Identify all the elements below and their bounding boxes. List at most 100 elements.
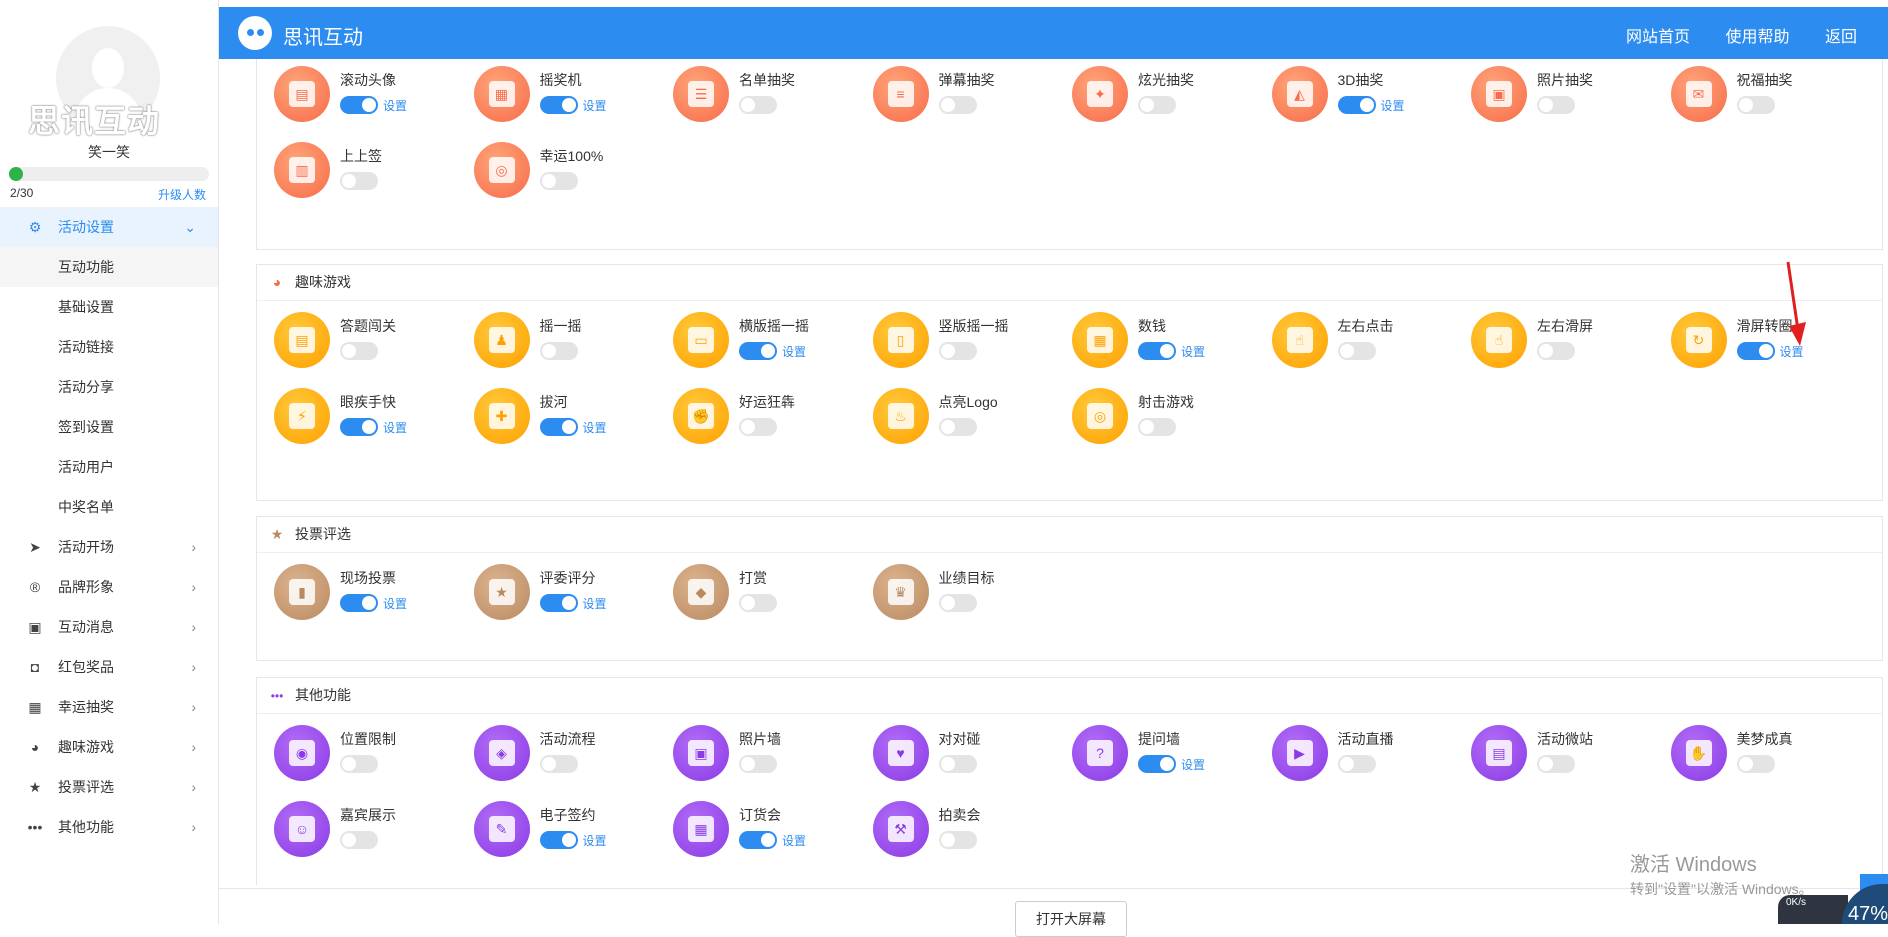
feature-toggle[interactable] — [539, 831, 578, 849]
sidebar-item-activity-users[interactable]: 活动用户 — [0, 447, 218, 487]
open-big-screen-button[interactable]: 打开大屏幕 — [1015, 901, 1127, 937]
feature-toggle[interactable] — [1337, 342, 1376, 360]
sidebar-item-signin-settings[interactable]: 签到设置 — [0, 407, 218, 447]
sidebar-item-games[interactable]: ◕ 趣味游戏 › — [0, 727, 218, 767]
sidebar: 思讯互动 笑一笑 2/30 升级人数 ⚙ 活动设置 ⌄ 互动功能 基础设置 活动链接… — [0, 0, 219, 924]
feature-toggle[interactable] — [1736, 96, 1775, 114]
feature-name: 摇一摇 — [539, 318, 582, 334]
feature-toggle[interactable] — [1537, 755, 1575, 773]
feature-toggle[interactable] — [1138, 418, 1176, 436]
chevron-right-icon: › — [191, 819, 196, 835]
feature-icon: ▣ — [1471, 66, 1527, 122]
sidebar-item-basic-settings[interactable]: 基础设置 — [0, 287, 218, 327]
feature-icon: ⚡ — [274, 388, 330, 444]
feature-item: ⚒ 拍卖会 — [872, 801, 1053, 871]
feature-toggle[interactable] — [340, 342, 378, 360]
windows-activation-watermark: 激活 Windows 转到"设置"以激活 Windows。 — [1630, 854, 1813, 897]
feature-name: 活动微站 — [1537, 731, 1593, 747]
sidebar-item-activity-share[interactable]: 活动分享 — [0, 367, 218, 407]
nav-help-link[interactable]: 使用帮助 — [1726, 29, 1790, 46]
sidebar-item-winners[interactable]: 中奖名单 — [0, 487, 218, 527]
feature-toggle[interactable] — [539, 755, 578, 773]
feature-icon: ☰ — [673, 66, 729, 122]
feature-item: ▤ 滚动头像 设置 — [274, 66, 454, 136]
feature-icon: ✊ — [673, 388, 729, 444]
feature-toggle[interactable] — [739, 342, 777, 360]
feature-toggle[interactable] — [340, 96, 378, 114]
feature-toggle[interactable] — [938, 831, 977, 849]
sidebar-item-activity-settings[interactable]: ⚙ 活动设置 ⌄ — [0, 207, 218, 247]
feature-toggle[interactable] — [1736, 755, 1775, 773]
feature-settings-link[interactable]: 设置 — [383, 419, 407, 436]
feature-toggle[interactable] — [340, 418, 378, 436]
feature-toggle[interactable] — [1337, 755, 1376, 773]
feature-toggle[interactable] — [739, 418, 777, 436]
feature-toggle[interactable] — [1537, 342, 1575, 360]
feature-settings-link[interactable]: 设置 — [383, 97, 407, 114]
feature-toggle[interactable] — [539, 594, 578, 612]
quota-progress-fill — [9, 167, 23, 181]
feature-icon: ⚒ — [872, 801, 929, 857]
feature-toggle[interactable] — [1138, 96, 1176, 114]
feature-toggle[interactable] — [340, 172, 378, 190]
sidebar-item-activity-link[interactable]: 活动链接 — [0, 327, 218, 367]
feature-toggle[interactable] — [938, 755, 977, 773]
feature-item: ▤ 活动微站 — [1471, 725, 1651, 795]
feature-toggle[interactable] — [938, 96, 977, 114]
registered-icon: ® — [29, 579, 41, 595]
feature-toggle[interactable] — [340, 755, 378, 773]
feature-settings-link[interactable]: 设置 — [1181, 343, 1205, 360]
feature-toggle[interactable] — [938, 342, 977, 360]
nav-home-link[interactable]: 网站首页 — [1626, 29, 1690, 46]
feature-icon: ✉ — [1670, 66, 1727, 122]
sidebar-item-other[interactable]: ••• 其他功能 › — [0, 807, 218, 847]
feature-toggle[interactable] — [1337, 96, 1376, 114]
feature-settings-link[interactable]: 设置 — [782, 343, 806, 360]
feature-name: 订货会 — [739, 807, 781, 823]
feature-settings-link[interactable]: 设置 — [583, 595, 607, 612]
feature-toggle[interactable] — [739, 831, 777, 849]
feature-toggle[interactable] — [1138, 755, 1176, 773]
feature-icon: ☺ — [274, 801, 330, 857]
feature-settings-link[interactable]: 设置 — [583, 419, 607, 436]
feature-settings-link[interactable]: 设置 — [1181, 756, 1205, 773]
sidebar-item-lottery[interactable]: ▦ 幸运抽奖 › — [0, 687, 218, 727]
feature-toggle[interactable] — [1736, 342, 1775, 360]
sidebar-item-brand[interactable]: ® 品牌形象 › — [0, 567, 218, 607]
sidebar-item-messages[interactable]: ▣ 互动消息 › — [0, 607, 218, 647]
feature-settings-link[interactable]: 设置 — [1381, 97, 1405, 114]
feature-toggle[interactable] — [1537, 96, 1575, 114]
feature-toggle[interactable] — [739, 96, 777, 114]
feature-toggle[interactable] — [539, 172, 578, 190]
sidebar-item-voting[interactable]: ★ 投票评选 › — [0, 767, 218, 807]
feature-icon: ▶ — [1271, 725, 1328, 781]
feature-toggle[interactable] — [739, 755, 777, 773]
nav-back-link[interactable]: 返回 — [1825, 29, 1857, 46]
feature-toggle[interactable] — [340, 594, 378, 612]
feature-settings-link[interactable]: 设置 — [583, 832, 607, 849]
section-title: ••• 其他功能 — [269, 678, 351, 712]
feature-toggle[interactable] — [739, 594, 777, 612]
lottery-icon: ▦ — [28, 699, 42, 715]
feature-name: 业绩目标 — [938, 570, 995, 586]
feature-toggle[interactable] — [539, 96, 578, 114]
feature-settings-link[interactable]: 设置 — [383, 595, 407, 612]
feature-name: 左右滑屏 — [1537, 318, 1593, 334]
feature-toggle[interactable] — [539, 418, 578, 436]
feature-icon: ♨ — [872, 388, 929, 444]
feature-item: ☝ 左右点击 — [1271, 312, 1452, 382]
sidebar-item-interactive-features[interactable]: 互动功能 — [0, 247, 218, 287]
feature-icon: ☝ — [1471, 312, 1527, 368]
gift-icon: ◘ — [30, 659, 40, 675]
feature-settings-link[interactable]: 设置 — [583, 97, 607, 114]
upgrade-link[interactable]: 升级人数 — [158, 186, 206, 203]
feature-toggle[interactable] — [938, 418, 977, 436]
sidebar-item-opening[interactable]: ➤ 活动开场 › — [0, 527, 218, 567]
feature-toggle[interactable] — [539, 342, 578, 360]
feature-toggle[interactable] — [340, 831, 378, 849]
feature-toggle[interactable] — [1138, 342, 1176, 360]
feature-toggle[interactable] — [938, 594, 977, 612]
sidebar-item-red-packets[interactable]: ◘ 红包奖品 › — [0, 647, 218, 687]
feature-item: ✋ 美梦成真 — [1670, 725, 1851, 795]
feature-settings-link[interactable]: 设置 — [782, 832, 806, 849]
